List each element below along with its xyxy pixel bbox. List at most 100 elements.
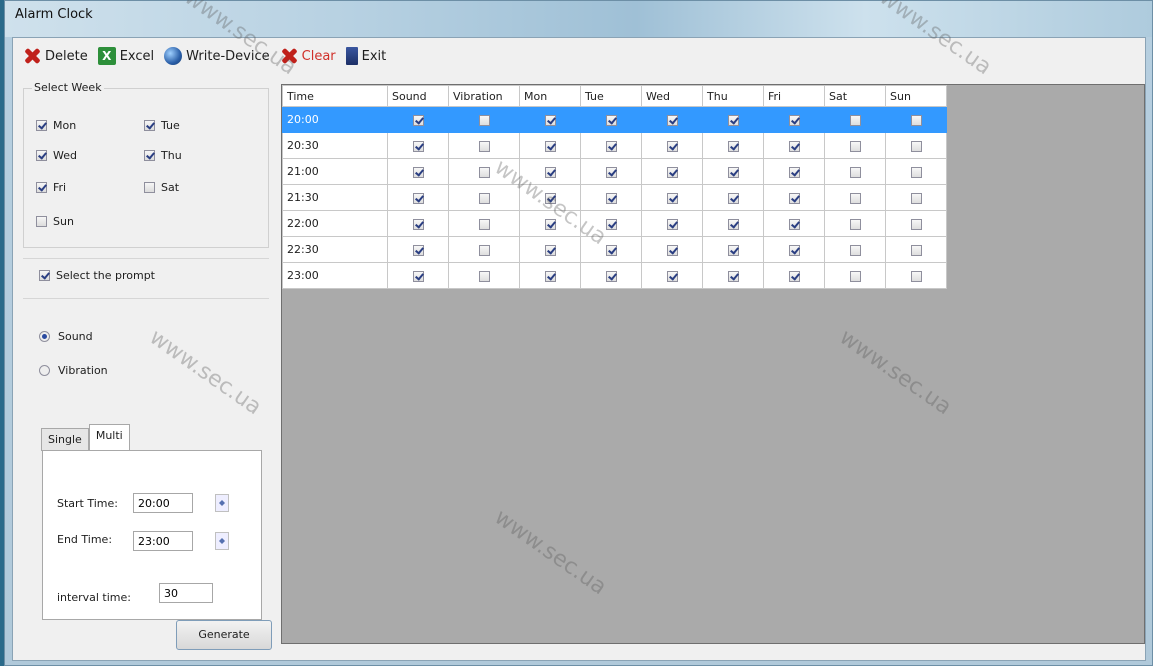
cell-tue[interactable] (580, 210, 642, 237)
grid-checkbox[interactable] (910, 140, 922, 152)
grid-checkbox[interactable] (544, 270, 556, 282)
cell-sun[interactable] (885, 184, 947, 211)
table-row[interactable]: 20:00 (282, 106, 947, 133)
cell-wed[interactable] (641, 210, 703, 237)
column-header-time[interactable]: Time (282, 85, 388, 107)
checkbox-sun[interactable]: Sun (36, 215, 74, 228)
table-row[interactable]: 21:00 (282, 158, 947, 185)
table-row[interactable]: 22:00 (282, 210, 947, 237)
grid-checkbox[interactable] (544, 140, 556, 152)
grid-checkbox[interactable] (478, 166, 490, 178)
grid-checkbox[interactable] (727, 114, 739, 126)
checkbox-box[interactable] (144, 150, 155, 161)
checkbox-wed[interactable]: Wed (36, 149, 77, 162)
cell-time[interactable]: 22:00 (282, 210, 388, 237)
grid-checkbox[interactable] (544, 192, 556, 204)
grid-checkbox[interactable] (788, 218, 800, 230)
grid-checkbox[interactable] (544, 166, 556, 178)
clear-button[interactable]: Clear (280, 47, 336, 65)
grid-checkbox[interactable] (605, 140, 617, 152)
grid-checkbox[interactable] (788, 140, 800, 152)
cell-mon[interactable] (519, 236, 581, 263)
checkbox-thu[interactable]: Thu (144, 149, 182, 162)
cell-mon[interactable] (519, 184, 581, 211)
column-header-mon[interactable]: Mon (519, 85, 581, 107)
grid-checkbox[interactable] (849, 192, 861, 204)
grid-checkbox[interactable] (412, 218, 424, 230)
grid-checkbox[interactable] (727, 192, 739, 204)
cell-sun[interactable] (885, 158, 947, 185)
tab-single[interactable]: Single (41, 428, 89, 451)
grid-checkbox[interactable] (727, 218, 739, 230)
checkbox-box[interactable] (36, 182, 47, 193)
grid-checkbox[interactable] (727, 140, 739, 152)
cell-time[interactable]: 22:30 (282, 236, 388, 263)
grid-checkbox[interactable] (849, 140, 861, 152)
radio-button[interactable] (39, 365, 50, 376)
grid-checkbox[interactable] (478, 218, 490, 230)
cell-sun[interactable] (885, 236, 947, 263)
grid-checkbox[interactable] (666, 244, 678, 256)
grid-checkbox[interactable] (849, 114, 861, 126)
cell-vibration[interactable] (448, 262, 520, 289)
checkbox-box[interactable] (144, 120, 155, 131)
grid-checkbox[interactable] (849, 218, 861, 230)
grid-checkbox[interactable] (910, 192, 922, 204)
checkbox-fri[interactable]: Fri (36, 181, 66, 194)
grid-checkbox[interactable] (666, 192, 678, 204)
end-time-input[interactable] (133, 531, 193, 551)
cell-mon[interactable] (519, 262, 581, 289)
radio-vibration[interactable]: Vibration (39, 364, 108, 377)
cell-sound[interactable] (387, 106, 449, 133)
cell-fri[interactable] (763, 106, 825, 133)
cell-tue[interactable] (580, 132, 642, 159)
cell-thu[interactable] (702, 106, 764, 133)
grid-checkbox[interactable] (412, 244, 424, 256)
grid-checkbox[interactable] (544, 218, 556, 230)
grid-checkbox[interactable] (412, 166, 424, 178)
column-header-thu[interactable]: Thu (702, 85, 764, 107)
excel-button[interactable]: X Excel (97, 47, 154, 65)
grid-checkbox[interactable] (788, 192, 800, 204)
cell-sat[interactable] (824, 262, 886, 289)
start-time-spinner[interactable] (215, 494, 229, 512)
cell-thu[interactable] (702, 184, 764, 211)
cell-wed[interactable] (641, 132, 703, 159)
cell-mon[interactable] (519, 106, 581, 133)
cell-sun[interactable] (885, 106, 947, 133)
tab-multi[interactable]: Multi (88, 424, 130, 451)
grid-checkbox[interactable] (605, 114, 617, 126)
grid-checkbox[interactable] (666, 166, 678, 178)
cell-wed[interactable] (641, 184, 703, 211)
cell-thu[interactable] (702, 158, 764, 185)
cell-fri[interactable] (763, 210, 825, 237)
radio-sound[interactable]: Sound (39, 330, 93, 343)
checkbox-select-prompt[interactable]: Select the prompt (39, 269, 155, 282)
grid-checkbox[interactable] (849, 244, 861, 256)
cell-sound[interactable] (387, 132, 449, 159)
grid-checkbox[interactable] (412, 192, 424, 204)
radio-button[interactable] (39, 331, 50, 342)
grid-checkbox[interactable] (788, 166, 800, 178)
interval-time-input[interactable] (159, 583, 213, 603)
cell-sun[interactable] (885, 132, 947, 159)
cell-tue[interactable] (580, 158, 642, 185)
cell-time[interactable]: 21:30 (282, 184, 388, 211)
cell-sat[interactable] (824, 184, 886, 211)
column-header-sun[interactable]: Sun (885, 85, 947, 107)
cell-vibration[interactable] (448, 184, 520, 211)
grid-checkbox[interactable] (605, 166, 617, 178)
checkbox-box[interactable] (144, 182, 155, 193)
cell-sound[interactable] (387, 158, 449, 185)
column-header-sat[interactable]: Sat (824, 85, 886, 107)
cell-time[interactable]: 20:00 (282, 106, 388, 133)
cell-sound[interactable] (387, 236, 449, 263)
grid-checkbox[interactable] (544, 114, 556, 126)
grid-checkbox[interactable] (412, 114, 424, 126)
start-time-input[interactable] (133, 493, 193, 513)
cell-vibration[interactable] (448, 106, 520, 133)
write-device-button[interactable]: Write-Device (164, 47, 270, 65)
cell-thu[interactable] (702, 132, 764, 159)
cell-wed[interactable] (641, 236, 703, 263)
cell-thu[interactable] (702, 236, 764, 263)
